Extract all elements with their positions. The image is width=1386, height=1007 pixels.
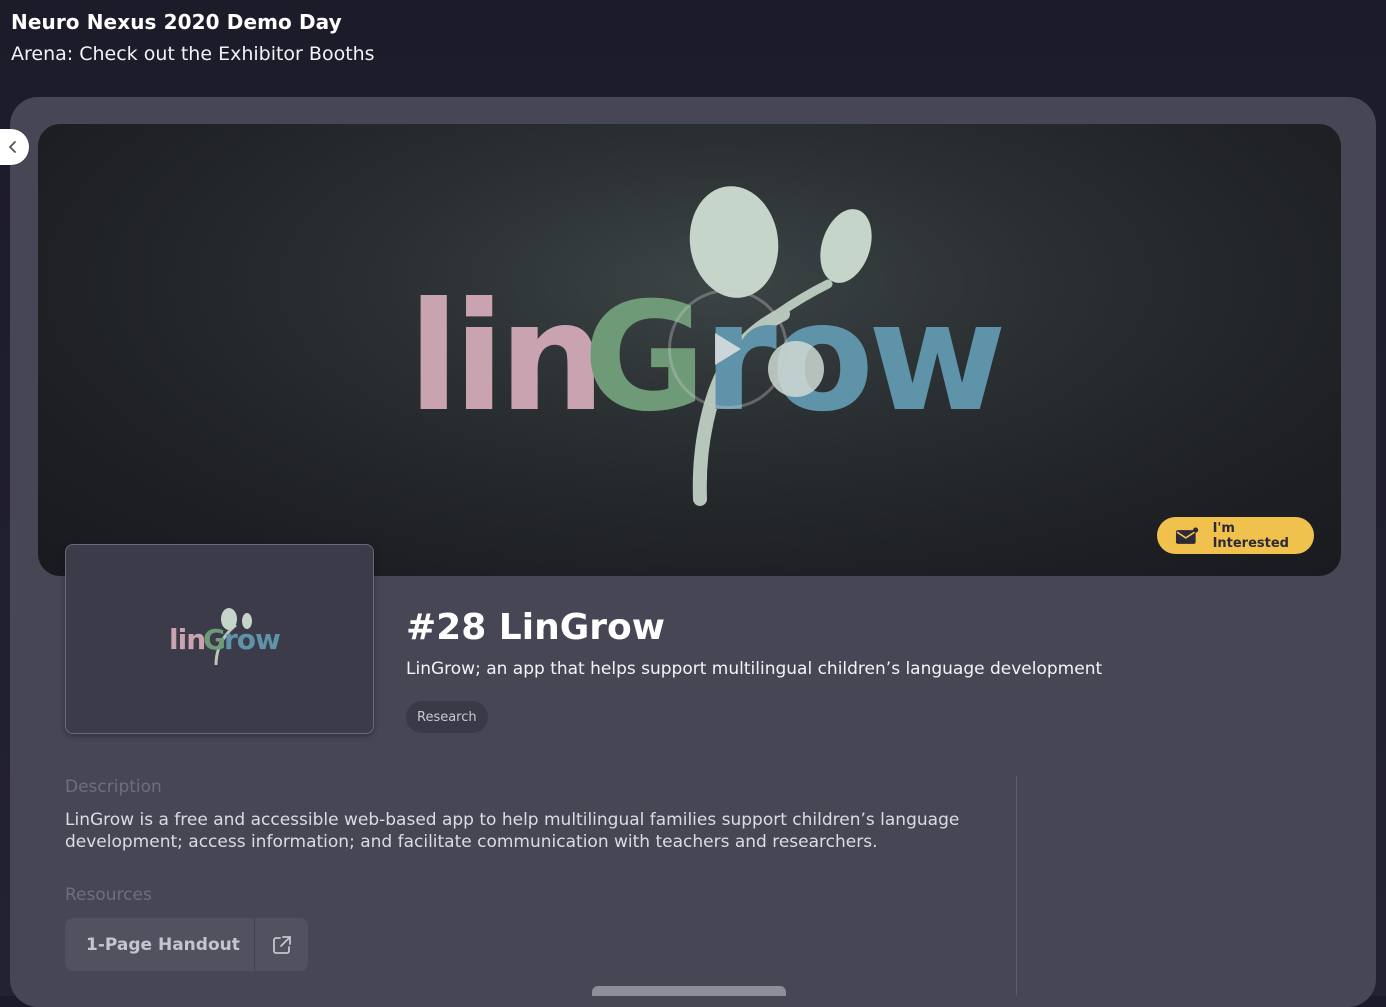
arena-subtitle: Arena: Check out the Exhibitor Booths: [11, 43, 375, 65]
description-label: Description: [65, 777, 162, 797]
envelope-icon: [1175, 527, 1199, 544]
external-link-button[interactable]: [255, 918, 308, 971]
svg-text:row: row: [224, 623, 280, 656]
im-interested-button[interactable]: I'm Interested: [1157, 517, 1314, 554]
im-interested-label: I'm Interested: [1212, 520, 1289, 551]
lingrow-logo-small: lin G row: [169, 608, 281, 666]
handout-label[interactable]: 1-Page Handout: [65, 935, 254, 955]
external-link-icon: [272, 935, 291, 954]
play-icon: [715, 333, 741, 365]
chevron-left-icon: [8, 141, 16, 153]
category-tag[interactable]: Research: [406, 701, 488, 733]
svg-text:lin: lin: [169, 623, 205, 656]
description-text: LinGrow is a free and accessible web-bas…: [65, 810, 960, 852]
scroll-handle[interactable]: [592, 986, 786, 996]
booth-video[interactable]: lin G row: [38, 124, 1341, 576]
svg-text:G: G: [203, 623, 226, 656]
booth-tagline: LinGrow; an app that helps support multi…: [406, 659, 1103, 679]
event-header: Neuro Nexus 2020 Demo Day Arena: Check o…: [11, 9, 375, 67]
column-divider: [1016, 776, 1017, 996]
booth-title: #28 LinGrow: [406, 607, 665, 648]
resources-label: Resources: [65, 885, 152, 905]
booth-thumbnail: lin G row: [65, 544, 374, 734]
handout-resource[interactable]: 1-Page Handout: [65, 918, 308, 971]
logo-text-lin: lin: [408, 271, 600, 445]
event-title: Neuro Nexus 2020 Demo Day: [11, 10, 342, 34]
play-button[interactable]: [668, 289, 788, 409]
